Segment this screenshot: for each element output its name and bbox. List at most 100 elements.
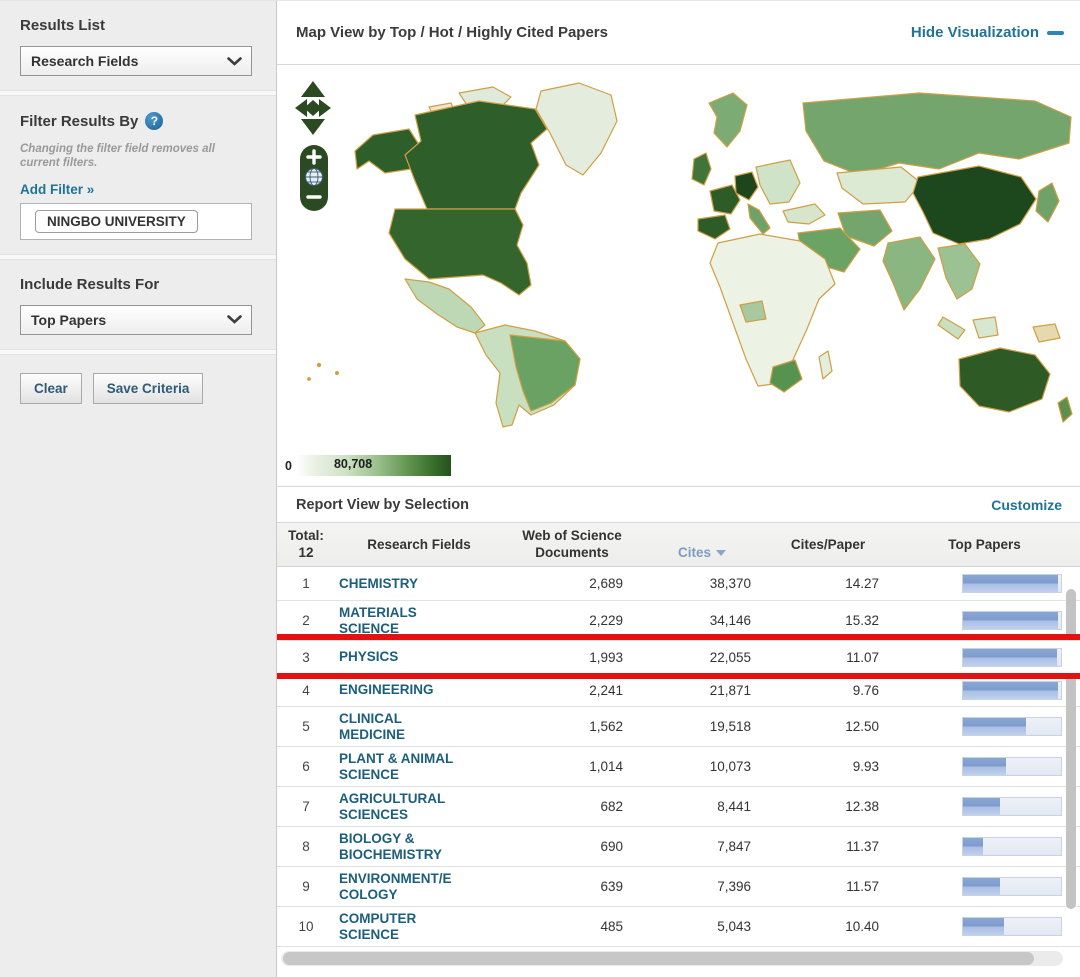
top-papers-cell — [889, 917, 1080, 936]
top-papers-bar-fill — [963, 798, 1000, 815]
world-choropleth-map[interactable] — [279, 73, 1077, 445]
horizontal-scrollbar[interactable] — [281, 951, 1063, 966]
save-criteria-button[interactable]: Save Criteria — [93, 373, 204, 404]
map-color-legend: 0 80,708 — [285, 455, 451, 476]
top-papers-bar — [962, 837, 1062, 856]
region-africa — [710, 234, 835, 386]
cites-value: 34,146 — [637, 613, 763, 628]
column-header-cites-per-paper[interactable]: Cites/Paper — [763, 537, 889, 552]
report-view-header: Report View by Selection Customize — [277, 487, 1080, 523]
include-results-select[interactable]: Top Papers — [20, 305, 252, 335]
region-new-guinea — [1033, 324, 1060, 342]
clear-button[interactable]: Clear — [20, 373, 82, 404]
research-field-link[interactable]: CLINICAL MEDICINE — [339, 711, 405, 742]
column-header-wos-documents[interactable]: Web of Science Documents — [503, 528, 637, 562]
cites-value: 22,055 — [637, 650, 763, 665]
column-header-total: Total: 12 — [277, 528, 335, 562]
region-italy — [748, 204, 770, 234]
table-row: 3 PHYSICS 1,993 22,055 11.07 — [277, 640, 1080, 673]
research-field-link[interactable]: PLANT & ANIMAL SCIENCE — [339, 751, 453, 782]
filter-tag-ningbo-university[interactable]: NINGBO UNIVERSITY — [35, 210, 198, 233]
region-turkey — [783, 204, 825, 224]
add-filter-link[interactable]: Add Filter » — [20, 182, 94, 197]
globe-icon — [306, 169, 323, 186]
cites-header-label: Cites — [678, 545, 711, 562]
island-speck — [336, 372, 339, 375]
region-mexico — [405, 279, 485, 333]
cites-value: 19,518 — [637, 719, 763, 734]
row-rank: 4 — [277, 683, 335, 698]
top-papers-bar — [962, 574, 1062, 593]
research-field-link[interactable]: CHEMISTRY — [339, 576, 418, 592]
research-field-link[interactable]: AGRICULTURAL SCIENCES — [339, 791, 445, 822]
include-results-selected-value: Top Papers — [31, 312, 106, 328]
table-row: 1 CHEMISTRY 2,689 38,370 14.27 — [277, 567, 1080, 600]
region-russia — [803, 93, 1071, 175]
hide-visualization-label: Hide Visualization — [911, 24, 1039, 41]
top-papers-cell — [889, 717, 1080, 736]
cites-per-paper-value: 9.93 — [763, 759, 889, 774]
legend-min-value: 0 — [285, 459, 292, 473]
hide-visualization-link[interactable]: Hide Visualization — [911, 24, 1064, 41]
research-field-cell: MATERIALS SCIENCE — [335, 605, 503, 636]
map-view-header: Map View by Top / Hot / Highly Cited Pap… — [277, 1, 1080, 65]
research-field-link[interactable]: COMPUTER SCIENCE — [339, 911, 416, 942]
research-field-link[interactable]: BIOLOGY & BIOCHEMISTRY — [339, 831, 442, 862]
help-icon[interactable]: ? — [145, 112, 163, 130]
cites-per-paper-value: 15.32 — [763, 613, 889, 628]
top-papers-bar — [962, 681, 1062, 700]
world-map-section: 0 80,708 — [277, 65, 1080, 487]
customize-link[interactable]: Customize — [991, 497, 1062, 513]
row-rank: 9 — [277, 879, 335, 894]
cites-value: 38,370 — [637, 576, 763, 591]
research-field-link[interactable]: MATERIALS SCIENCE — [339, 605, 417, 636]
table-header-row: Total: 12 Research Fields Web of Science… — [277, 523, 1080, 567]
horizontal-scrollbar-thumb[interactable] — [283, 952, 1034, 965]
legend-gradient-bar: 80,708 — [296, 455, 451, 476]
region-india — [883, 237, 935, 310]
wos-documents-value: 682 — [503, 799, 637, 814]
research-field-link[interactable]: ENGINEERING — [339, 682, 434, 698]
cites-per-paper-value: 12.50 — [763, 719, 889, 734]
region-china — [913, 166, 1036, 244]
top-papers-cell — [889, 574, 1080, 593]
top-papers-cell — [889, 611, 1080, 630]
top-papers-bar — [962, 648, 1062, 667]
island-speck — [317, 363, 320, 366]
cites-per-paper-value: 14.27 — [763, 576, 889, 591]
top-papers-cell — [889, 877, 1080, 896]
top-papers-cell — [889, 837, 1080, 856]
table-row: 10 COMPUTER SCIENCE 485 5,043 10.40 — [277, 906, 1080, 946]
research-field-link[interactable]: PHYSICS — [339, 649, 398, 665]
top-papers-bar — [962, 797, 1062, 816]
cites-value: 7,847 — [637, 839, 763, 854]
row-rank: 8 — [277, 839, 335, 854]
results-list-select[interactable]: Research Fields — [20, 46, 252, 76]
map-zoom-control — [300, 145, 328, 211]
column-header-top-papers[interactable]: Top Papers — [889, 537, 1080, 552]
research-field-cell: COMPUTER SCIENCE — [335, 911, 503, 942]
top-papers-cell — [889, 757, 1080, 776]
table-row: 9 ENVIRONMENT/E COLOGY 639 7,396 11.57 — [277, 866, 1080, 906]
include-results-heading: Include Results For — [20, 276, 256, 293]
table-row: 2 MATERIALS SCIENCE 2,229 34,146 15.32 — [277, 600, 1080, 640]
column-header-research-fields[interactable]: Research Fields — [335, 537, 503, 552]
cites-value: 8,441 — [637, 799, 763, 814]
row-rank: 5 — [277, 719, 335, 734]
column-header-cites[interactable]: Cites — [637, 528, 763, 562]
results-list-section: Results List Research Fields — [0, 1, 276, 90]
cites-per-paper-value: 10.40 — [763, 919, 889, 934]
vertical-scrollbar-thumb[interactable] — [1066, 589, 1076, 909]
research-field-link[interactable]: ENVIRONMENT/E COLOGY — [339, 871, 452, 902]
table-row: 8 BIOLOGY & BIOCHEMISTRY 690 7,847 11.37 — [277, 826, 1080, 866]
row-rank: 7 — [277, 799, 335, 814]
main-content: Map View by Top / Hot / Highly Cited Pap… — [277, 1, 1080, 977]
island-speck — [308, 378, 311, 381]
top-papers-cell — [889, 681, 1080, 700]
region-madagascar — [819, 351, 832, 379]
sidebar: Results List Research Fields Filter Resu… — [0, 1, 277, 977]
active-filter-box: NINGBO UNIVERSITY — [20, 203, 252, 240]
wos-documents-value: 2,229 — [503, 613, 637, 628]
research-field-cell: CLINICAL MEDICINE — [335, 711, 503, 742]
top-papers-bar-fill — [963, 758, 1006, 775]
